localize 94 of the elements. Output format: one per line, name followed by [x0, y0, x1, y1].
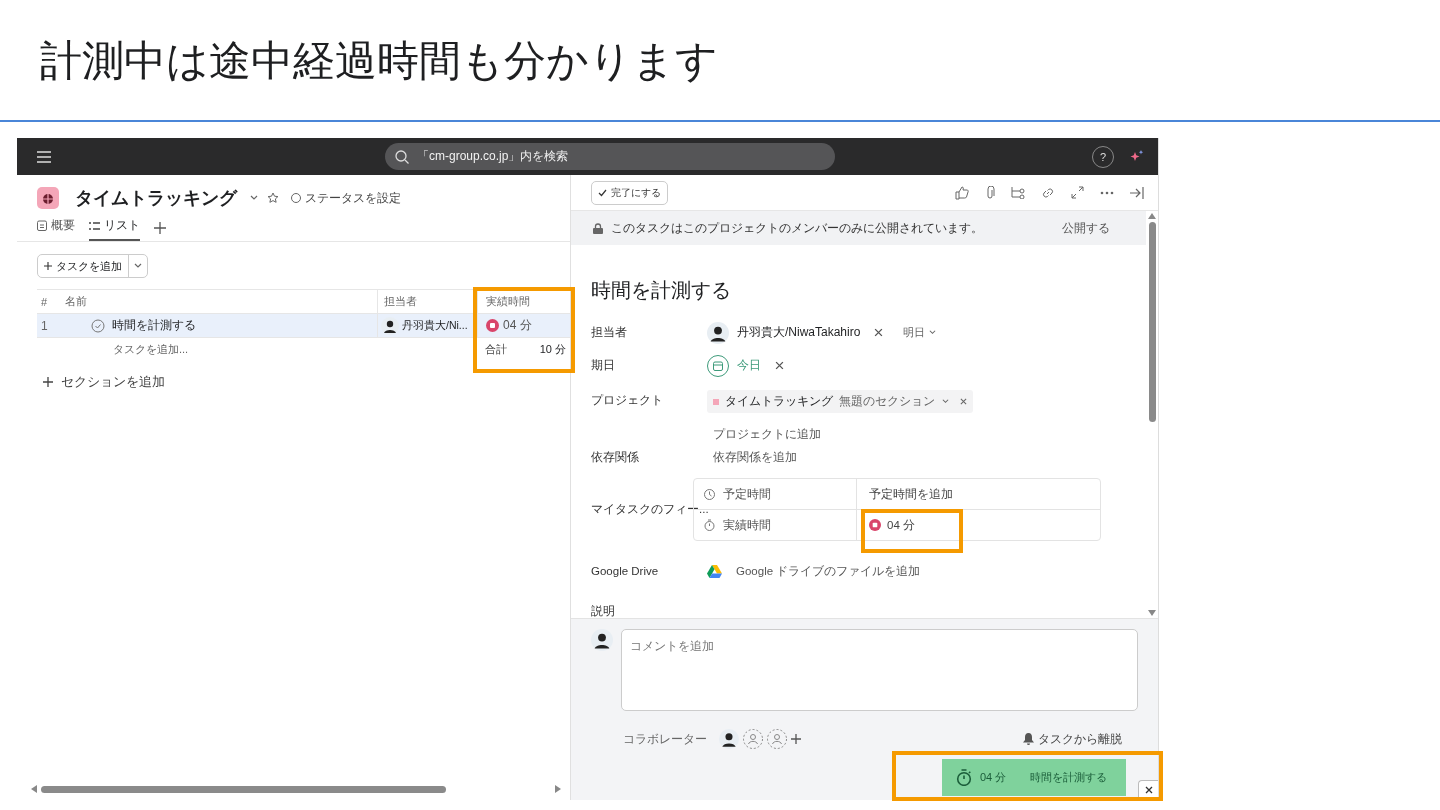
- project-chip[interactable]: タイムトラッキング 無題のセクション: [707, 390, 973, 413]
- view-tab[interactable]: 概要: [37, 215, 75, 241]
- total-label: 合計: [485, 342, 507, 357]
- timer-bar[interactable]: 04 分 時間を計測する: [942, 759, 1126, 796]
- timer-label: 時間を計測する: [1030, 770, 1108, 785]
- subtask-icon[interactable]: [1011, 186, 1025, 199]
- caret-icon[interactable]: [249, 194, 259, 202]
- search-field[interactable]: 「cm-group.co.jp」内を検索: [385, 143, 835, 170]
- search-icon: [395, 149, 409, 164]
- scroll-down-icon[interactable]: [1148, 610, 1156, 616]
- close-icon[interactable]: [874, 328, 884, 337]
- scroll-right-icon[interactable]: [555, 785, 561, 793]
- lock-icon: [593, 222, 603, 234]
- caret-icon: [928, 329, 938, 336]
- custom-field-label: 予定時間: [694, 479, 857, 509]
- thumbs-up-icon[interactable]: [955, 185, 969, 200]
- caret-icon[interactable]: [941, 398, 950, 405]
- caret-icon[interactable]: [133, 262, 143, 270]
- field-label: 期日: [591, 358, 616, 373]
- add-task-link[interactable]: タスクを追加...: [65, 342, 377, 357]
- drive-icon: [707, 564, 722, 578]
- task-row[interactable]: 1 時間を計測する 丹羽貴大/Ni... 04 分: [37, 313, 570, 338]
- stop-timer-icon[interactable]: [486, 319, 499, 332]
- column-header: #: [40, 295, 49, 308]
- plus-icon[interactable]: [154, 222, 166, 234]
- plus-icon: [43, 377, 53, 387]
- mark-complete-button[interactable]: 完了にする: [591, 180, 668, 205]
- project-title: タイムトラッキング: [75, 187, 237, 210]
- add-dependency-link[interactable]: 依存関係を追加: [707, 449, 797, 465]
- collaborators-label: コラボレーター: [623, 731, 707, 747]
- close-icon: [1144, 786, 1153, 794]
- project-color-icon: [713, 398, 719, 405]
- stopwatch-icon: [704, 519, 715, 531]
- assignee-name[interactable]: 丹羽貴大/NiwaTakahiro: [737, 324, 861, 341]
- star-icon[interactable]: [267, 192, 279, 204]
- expand-icon[interactable]: [1071, 186, 1084, 199]
- dropdown-button[interactable]: 明日: [897, 324, 944, 341]
- menu-icon[interactable]: [37, 150, 51, 163]
- link-icon[interactable]: [1041, 185, 1055, 200]
- stopwatch-icon[interactable]: [956, 769, 972, 786]
- avatar-icon: [707, 321, 729, 344]
- more-icon[interactable]: [1100, 190, 1114, 195]
- field-label: 説明: [591, 604, 616, 618]
- custom-field-value[interactable]: 予定時間を追加: [869, 486, 953, 502]
- row-number: 1: [40, 318, 49, 333]
- scroll-up-icon[interactable]: [1148, 213, 1156, 219]
- task-name: 時間を計測する: [112, 317, 196, 334]
- empty-person-icon[interactable]: [767, 729, 787, 749]
- empty-person-icon[interactable]: [743, 729, 763, 749]
- calendar-icon: [37, 220, 47, 231]
- assignee-name: 丹羽貴大/Ni...: [402, 318, 468, 333]
- field-label: 担当者: [591, 325, 628, 340]
- close-icon[interactable]: [960, 398, 967, 405]
- add-section-button[interactable]: セクションを追加: [43, 373, 165, 391]
- status-button[interactable]: ステータスを設定: [287, 189, 401, 207]
- avatar-icon: [381, 316, 399, 335]
- avatar-icon: [719, 729, 739, 749]
- task-title: 時間を計測する: [590, 278, 732, 303]
- due-date[interactable]: 今日: [737, 357, 761, 374]
- add-to-project-link[interactable]: プロジェクトに追加: [707, 427, 973, 442]
- field-label: Google Drive: [591, 565, 660, 577]
- leave-task-button[interactable]: タスクから離脱: [1017, 729, 1128, 749]
- slide-title: 計測中は途中経過時間も分かります: [39, 36, 719, 86]
- comment-field[interactable]: コメントを追加: [621, 629, 1138, 711]
- column-header: 名前: [65, 294, 88, 309]
- check-icon: [598, 188, 607, 197]
- field-label: 依存関係: [591, 449, 640, 465]
- horizontal-scrollbar[interactable]: [31, 784, 561, 794]
- project-icon: [37, 187, 59, 209]
- list-icon: [89, 220, 100, 231]
- timer-time: 04 分: [980, 770, 1007, 785]
- scroll-left-icon[interactable]: [31, 785, 37, 793]
- plus-icon: [44, 262, 52, 270]
- publish-button[interactable]: 公開する: [1056, 218, 1116, 238]
- paperclip-icon[interactable]: [985, 185, 995, 200]
- total-value: 10 分: [539, 342, 566, 357]
- time-value: 04 分: [503, 317, 532, 334]
- add-drive-file-link[interactable]: Google ドライブのファイルを追加: [730, 563, 921, 579]
- close-button[interactable]: [1138, 780, 1158, 800]
- vertical-scrollbar[interactable]: [1146, 211, 1158, 618]
- plus-icon[interactable]: [791, 734, 801, 744]
- custom-field-value[interactable]: 04 分: [887, 517, 915, 533]
- avatar-icon: [591, 629, 613, 651]
- close-pane-icon[interactable]: [1130, 186, 1144, 199]
- privacy-notice: このタスクはこのプロジェクトのメンバーのみに公開されています。: [611, 219, 983, 237]
- bell-icon: [1023, 733, 1034, 745]
- close-icon[interactable]: [775, 361, 784, 370]
- field-label: プロジェクト: [591, 393, 664, 408]
- add-task-button[interactable]: タスクを追加: [37, 254, 148, 278]
- calendar-icon[interactable]: [707, 354, 729, 377]
- check-circle-icon[interactable]: [91, 318, 105, 333]
- view-tab[interactable]: リスト: [89, 215, 140, 241]
- stop-timer-icon[interactable]: [869, 519, 881, 531]
- clock-icon: [704, 488, 715, 500]
